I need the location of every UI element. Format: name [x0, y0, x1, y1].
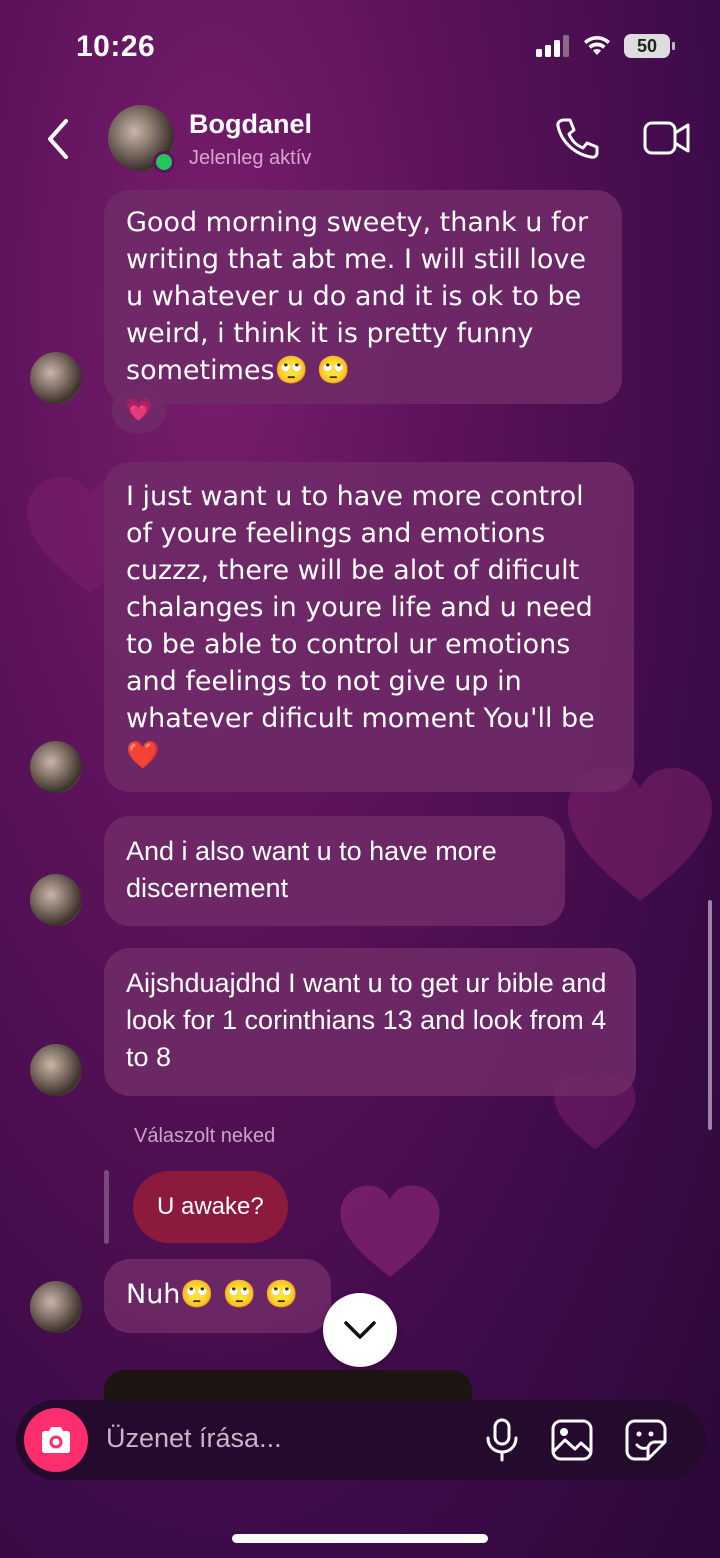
sender-avatar[interactable] [30, 1281, 82, 1333]
message-bubble[interactable]: And i also want u to have more discernem… [104, 816, 565, 926]
scrollbar[interactable] [708, 900, 712, 1130]
message-reaction[interactable]: 💗 [112, 387, 166, 433]
background-heart [340, 1185, 440, 1277]
message-bubble[interactable]: Nuh🙄 🙄 🙄 [104, 1259, 331, 1333]
reaction-emoji: 💗 [125, 397, 153, 423]
message-text: Good morning sweety, thank u for writing… [126, 207, 589, 386]
home-indicator [232, 1534, 488, 1543]
quoted-text: U awake? [157, 1193, 264, 1220]
sender-avatar[interactable] [30, 874, 82, 926]
quoted-message[interactable]: U awake? [133, 1171, 288, 1243]
scroll-to-bottom-button[interactable] [323, 1293, 397, 1367]
chevron-down-icon [344, 1321, 376, 1339]
message-text: And i also want u to have more discernem… [126, 836, 497, 903]
status-bar: 10:26 50 [0, 0, 720, 95]
message-input[interactable] [104, 1422, 438, 1455]
reply-label: Válaszolt neked [134, 1125, 276, 1147]
battery-indicator: 50 [624, 34, 675, 58]
sender-avatar[interactable] [30, 1044, 82, 1096]
gallery-icon[interactable] [550, 1418, 594, 1462]
message-bubble[interactable]: Good morning sweety, thank u for writing… [104, 190, 622, 404]
camera-button[interactable] [24, 1408, 88, 1472]
camera-icon [42, 1427, 70, 1453]
wifi-icon [584, 35, 610, 55]
sender-avatar[interactable] [30, 741, 82, 793]
reply-indicator-bar [104, 1170, 109, 1244]
message-text: Aijshduajdhd I want u to get ur bible an… [126, 968, 607, 1072]
back-icon[interactable] [42, 117, 74, 161]
message-composer [16, 1400, 706, 1480]
battery-level: 50 [636, 35, 658, 56]
online-indicator [153, 151, 175, 173]
microphone-icon[interactable] [484, 1418, 520, 1462]
contact-status: Jelenleg aktív [189, 147, 312, 169]
message-bubble[interactable]: I just want u to have more control of yo… [104, 462, 634, 792]
sticker-icon[interactable] [624, 1418, 668, 1462]
status-icons: 50 [536, 34, 675, 58]
sender-avatar[interactable] [30, 352, 82, 404]
status-time: 10:26 [76, 30, 156, 63]
signal-icon [536, 35, 569, 57]
message-text: I just want u to have more control of yo… [126, 481, 595, 771]
contact-name[interactable]: Bogdanel [189, 109, 312, 140]
phone-call-icon[interactable] [554, 115, 600, 161]
chat-header: Bogdanel Jelenleg aktív [0, 95, 720, 185]
message-text: Nuh🙄 🙄 🙄 [126, 1279, 299, 1310]
video-call-icon[interactable] [642, 115, 692, 161]
message-bubble[interactable]: Aijshduajdhd I want u to get ur bible an… [104, 948, 636, 1096]
